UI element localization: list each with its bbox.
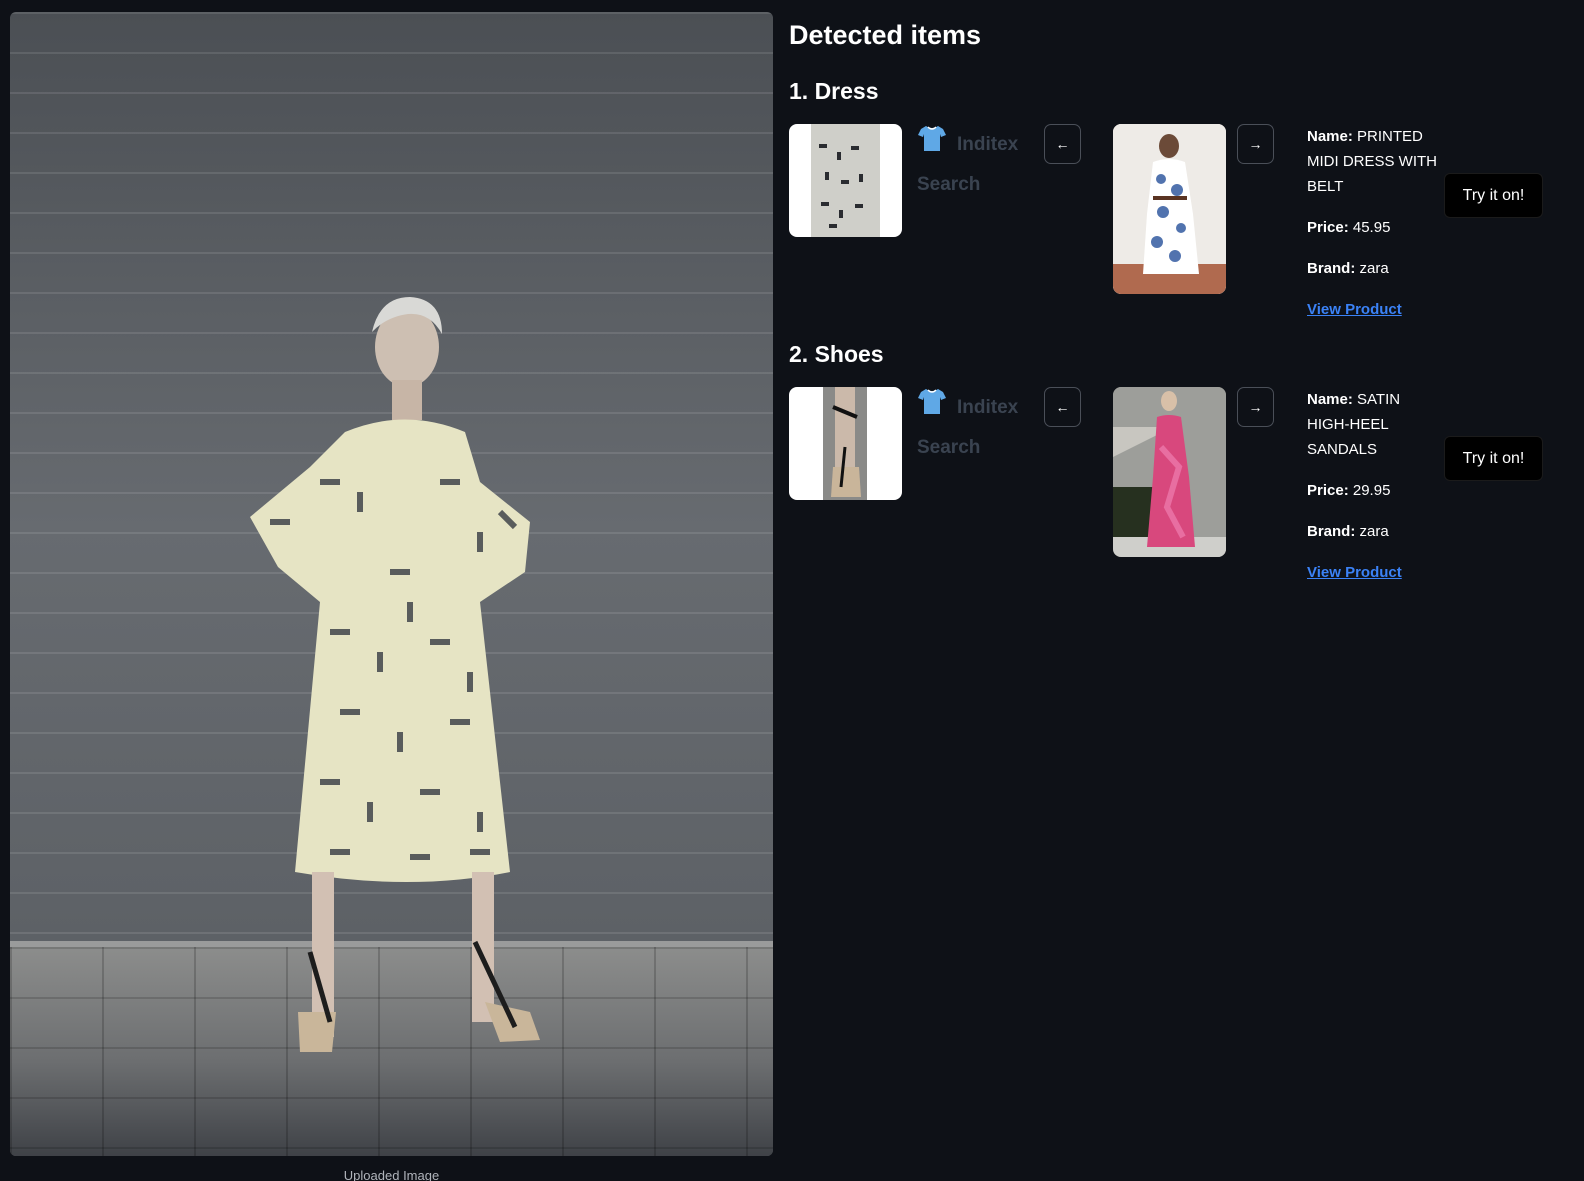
item-crop-thumbnail [789,124,902,237]
item-heading: 1. Dress [789,78,879,104]
inditex-search-label: Inditex Search [917,387,1029,467]
product-name-label: Name: [1307,128,1353,145]
uploaded-image [10,12,773,1156]
product-price: 45.95 [1352,219,1391,236]
product-brand-row: Brand: zara [1307,256,1437,281]
app-page: Uploaded Image Detected items 1. Dress I… [0,0,1584,1181]
product-price: 29.95 [1352,482,1391,499]
view-product-link[interactable]: View Product [1307,564,1402,581]
inditex-search-label: Inditex Search [917,124,1029,204]
view-product-link[interactable]: View Product [1307,301,1402,318]
detected-items-panel: Detected items 1. Dress Inditex Search ←… [789,20,1569,581]
product-name-row: Name: SATIN HIGH-HEEL SANDALS [1307,387,1437,462]
product-price-row: Price: 45.95 [1307,215,1437,240]
product-brand: zara [1359,523,1389,540]
next-result-button[interactable]: → [1237,387,1274,427]
item-crop-thumbnail [789,387,902,500]
product-price-label: Price: [1307,219,1349,236]
detected-item-dress: 1. Dress Inditex Search ← → Name: PRINTE… [789,78,1569,318]
uploaded-image-panel: Uploaded Image [10,12,773,1181]
arrow-left-icon: ← [1055,136,1070,152]
product-link-row: View Product [1307,560,1437,585]
previous-result-button[interactable]: ← [1044,387,1081,427]
item-heading: 2. Shoes [789,341,884,367]
product-name-label: Name: [1307,391,1353,408]
try-it-on-button[interactable]: Try it on! [1444,436,1543,481]
detected-items-title: Detected items [789,20,982,50]
product-price-row: Price: 29.95 [1307,478,1437,503]
product-link-row: View Product [1307,297,1437,322]
product-brand: zara [1359,260,1389,277]
arrow-right-icon: → [1248,399,1263,415]
shirt-icon [917,124,947,166]
product-image [1113,124,1226,294]
next-result-button[interactable]: → [1237,124,1274,164]
product-details: Name: PRINTED MIDI DRESS WITH BELT Price… [1307,124,1437,338]
product-details: Name: SATIN HIGH-HEEL SANDALS Price: 29.… [1307,387,1437,601]
product-price-label: Price: [1307,482,1349,499]
product-brand-label: Brand: [1307,523,1356,540]
person-figure-illustration [250,297,540,1052]
uploaded-image-caption: Uploaded Image [343,1168,440,1181]
shirt-icon [917,387,947,429]
previous-result-button[interactable]: ← [1044,124,1081,164]
product-brand-label: Brand: [1307,260,1356,277]
product-name-row: Name: PRINTED MIDI DRESS WITH BELT [1307,124,1437,199]
product-brand-row: Brand: zara [1307,519,1437,544]
arrow-left-icon: ← [1055,399,1070,415]
arrow-right-icon: → [1248,136,1263,152]
try-it-on-button[interactable]: Try it on! [1444,173,1543,218]
detected-item-shoes: 2. Shoes Inditex Search ← → Name: SATIN … [789,341,1569,581]
product-image [1113,387,1226,557]
